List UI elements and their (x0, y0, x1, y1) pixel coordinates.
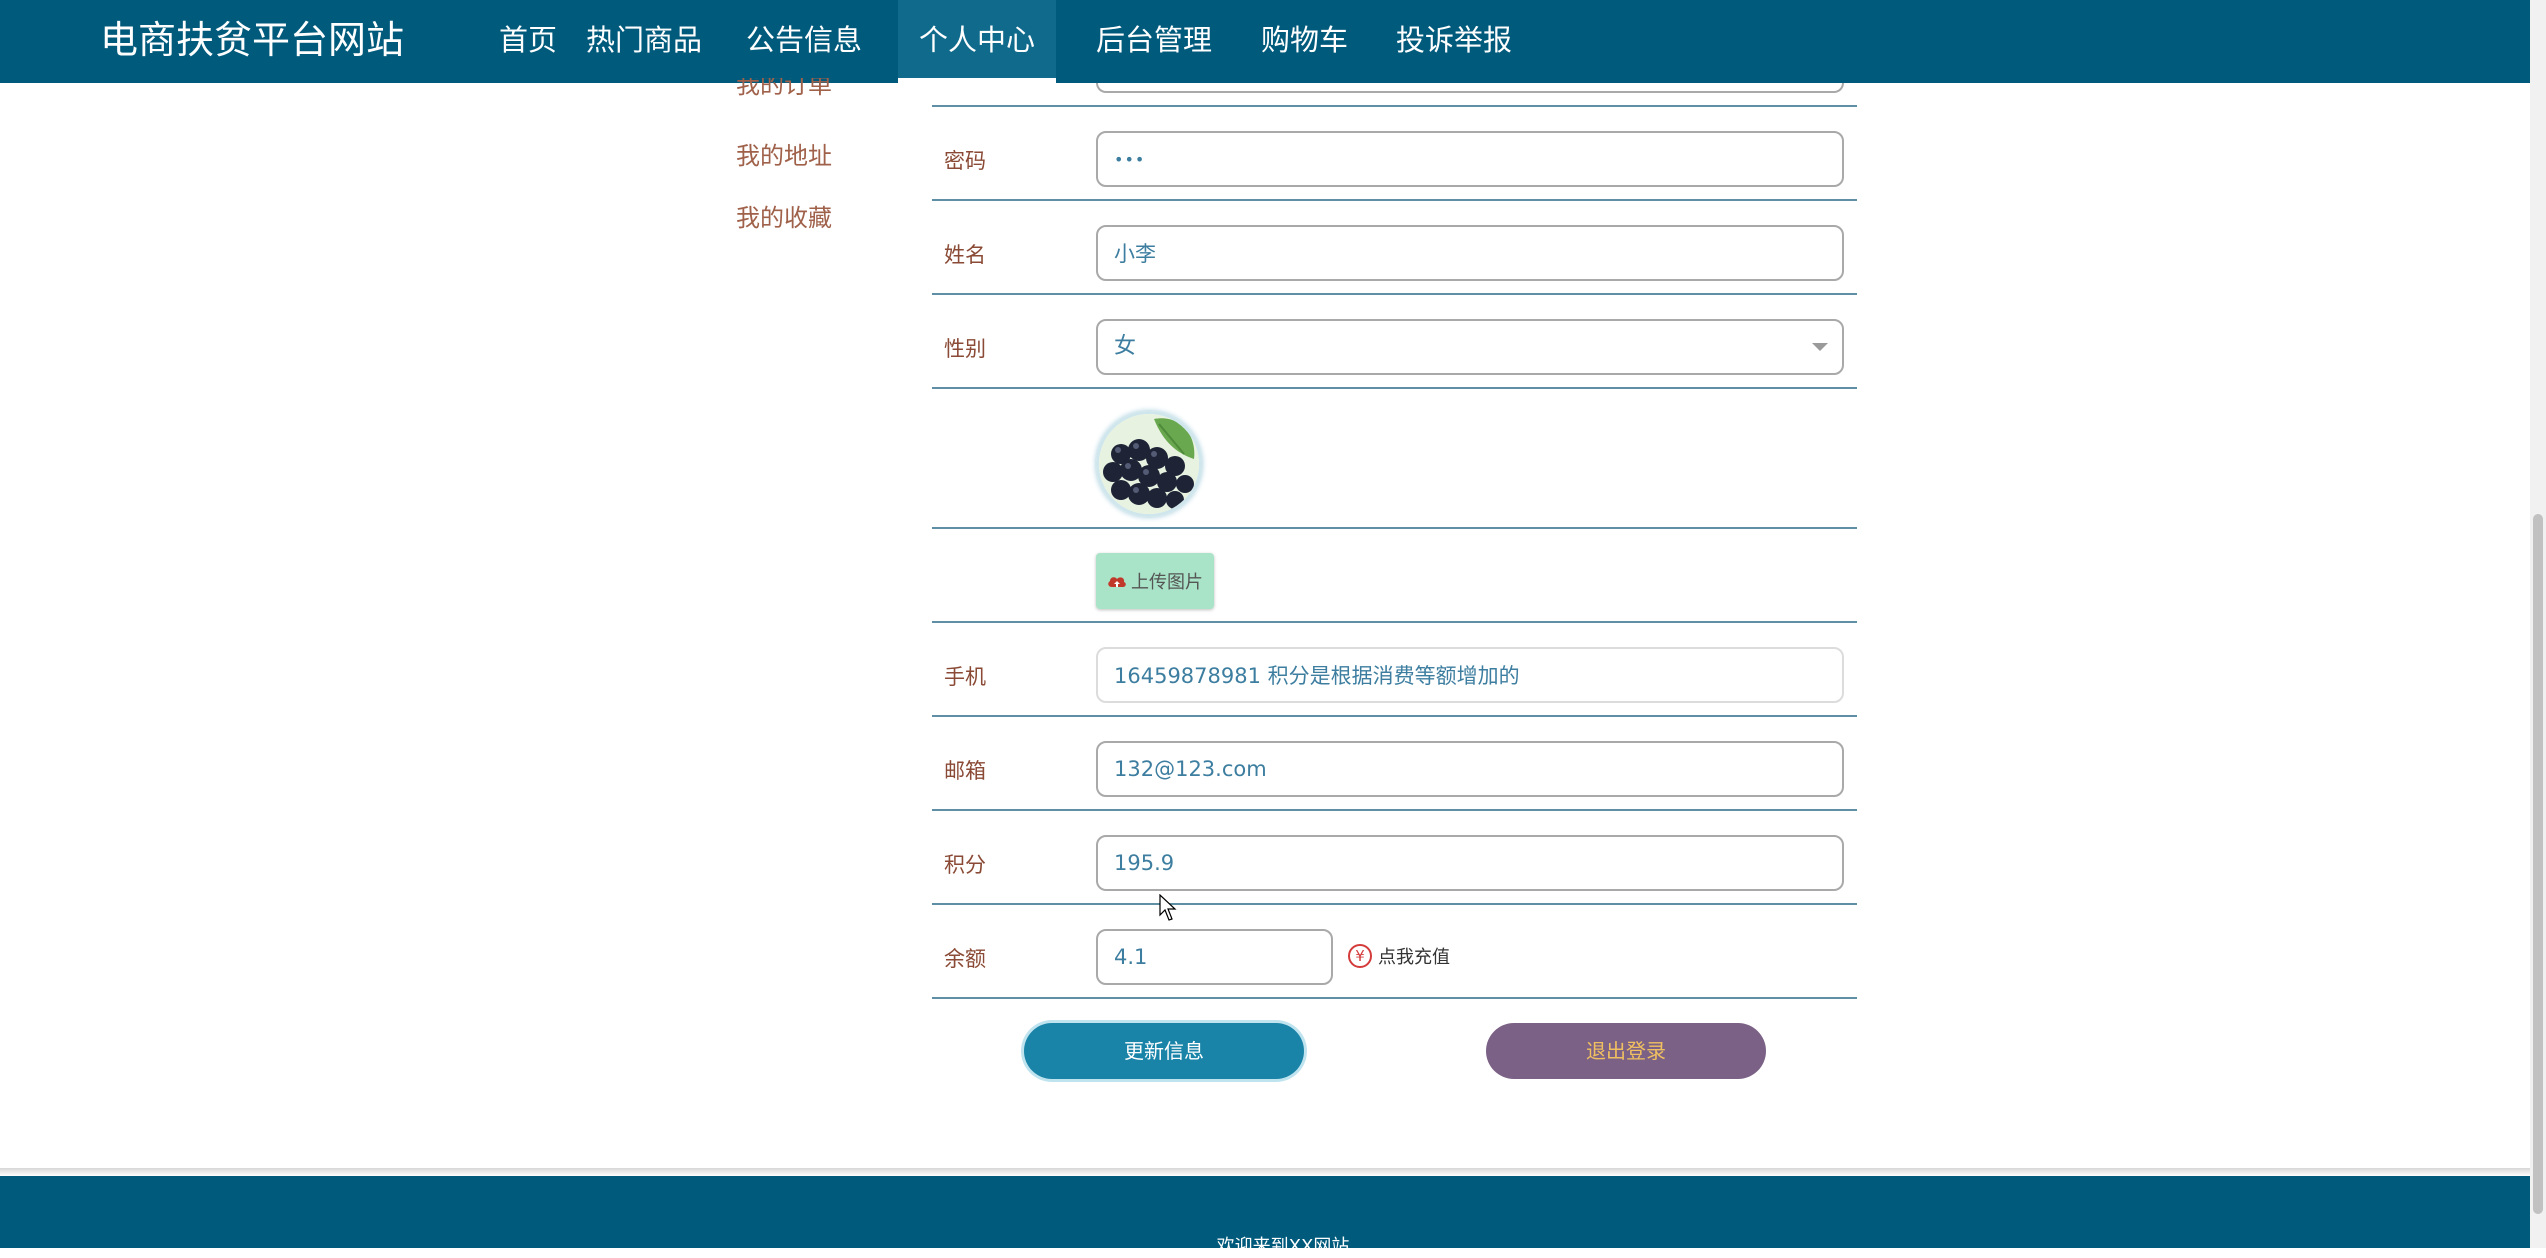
email-input[interactable] (1096, 741, 1844, 797)
cloud-upload-icon (1108, 577, 1126, 587)
recharge-label: 点我充值 (1378, 947, 1450, 968)
row-balance: 余额 ¥ 点我充值 (932, 905, 1857, 999)
name-input[interactable] (1096, 225, 1844, 281)
row-upload: 上传图片 (932, 529, 1857, 623)
username-input-partial[interactable] (1096, 83, 1844, 93)
email-label: 邮箱 (944, 759, 986, 783)
phone-input[interactable] (1096, 647, 1844, 703)
password-label: 密码 (944, 149, 986, 173)
footer-text: 欢迎来到XX网站 (1216, 1236, 1350, 1257)
gender-select[interactable]: 女 (1096, 319, 1844, 375)
nav-complaints[interactable]: 投诉举报 (1375, 0, 1533, 83)
balance-input[interactable] (1096, 929, 1333, 985)
site-brand[interactable]: 电商扶贫平台网站 (100, 14, 404, 66)
sidebar-item-orders[interactable]: 我的订单 (736, 78, 832, 100)
grape-image (1099, 414, 1199, 514)
sidebar-item-favorites[interactable]: 我的收藏 (736, 202, 832, 234)
row-email: 邮箱 (932, 717, 1857, 811)
row-avatar (932, 389, 1857, 529)
row-password: 密码 (932, 107, 1857, 201)
upload-label: 上传图片 (1131, 572, 1203, 593)
sidebar-item-label: 我的订单 (736, 78, 832, 99)
gender-label: 性别 (944, 337, 986, 361)
nav-admin[interactable]: 后台管理 (1075, 0, 1233, 83)
sidebar-item-address[interactable]: 我的地址 (736, 140, 832, 172)
recharge-link[interactable]: ¥ 点我充值 (1348, 943, 1450, 969)
row-points: 积分 (932, 811, 1857, 905)
chevron-down-icon (1812, 343, 1828, 351)
top-navbar: 电商扶贫平台网站 首页 热门商品 公告信息 个人中心 后台管理 购物车 投诉举报 (0, 0, 2546, 83)
nav-cart[interactable]: 购物车 (1240, 0, 1369, 83)
update-info-button[interactable]: 更新信息 (1024, 1023, 1304, 1079)
gender-selected-value: 女 (1114, 334, 1137, 359)
row-phone: 手机 (932, 623, 1857, 717)
scrollbar-thumb[interactable] (2533, 514, 2543, 1214)
nav-home[interactable]: 首页 (478, 0, 578, 83)
phone-label: 手机 (944, 665, 986, 689)
name-label: 姓名 (944, 243, 986, 267)
row-name: 姓名 (932, 201, 1857, 295)
logout-button[interactable]: 退出登录 (1486, 1023, 1766, 1079)
avatar (1096, 411, 1202, 517)
password-input[interactable] (1096, 131, 1844, 187)
mouse-cursor-icon (1159, 894, 1177, 921)
nav-announcements[interactable]: 公告信息 (725, 0, 883, 83)
yen-icon: ¥ (1348, 944, 1372, 968)
nav-hot-products[interactable]: 热门商品 (565, 0, 723, 83)
points-label: 积分 (944, 853, 986, 877)
upload-image-button[interactable]: 上传图片 (1096, 553, 1214, 609)
points-input[interactable] (1096, 835, 1844, 891)
page-scrollbar[interactable] (2530, 0, 2546, 1248)
nav-personal-center[interactable]: 个人中心 (898, 0, 1057, 83)
balance-label: 余额 (944, 947, 986, 971)
row-gender: 性别 女 (932, 295, 1857, 389)
footer: 欢迎来到XX网站 (0, 1176, 2530, 1257)
footer-shadow (0, 1168, 2530, 1176)
